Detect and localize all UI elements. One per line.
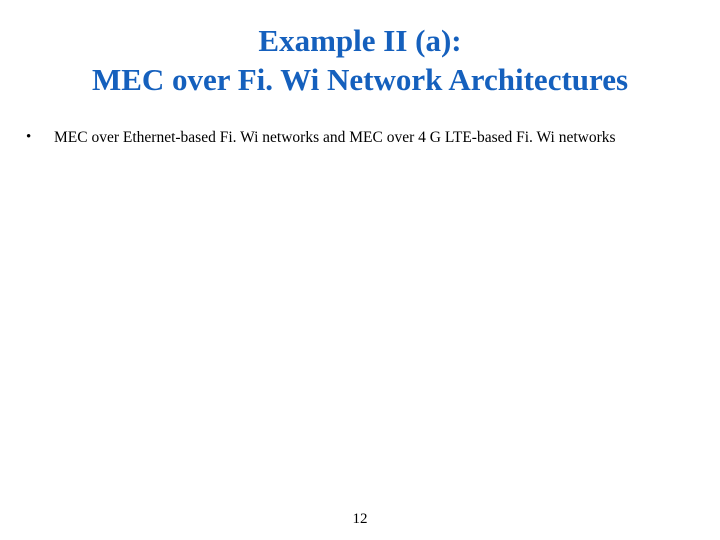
bullet-marker: • (24, 128, 54, 148)
slide-title: Example II (a): MEC over Fi. Wi Network … (20, 22, 700, 100)
bullet-text: MEC over Ethernet-based Fi. Wi networks … (54, 128, 700, 148)
title-line-1: Example II (a): (258, 23, 461, 58)
title-line-2: MEC over Fi. Wi Network Architectures (92, 62, 628, 97)
page-number: 12 (0, 511, 720, 528)
slide-container: Example II (a): MEC over Fi. Wi Network … (0, 0, 720, 540)
bullet-item-1: • MEC over Ethernet-based Fi. Wi network… (24, 128, 700, 148)
bullet-list: • MEC over Ethernet-based Fi. Wi network… (20, 128, 700, 148)
